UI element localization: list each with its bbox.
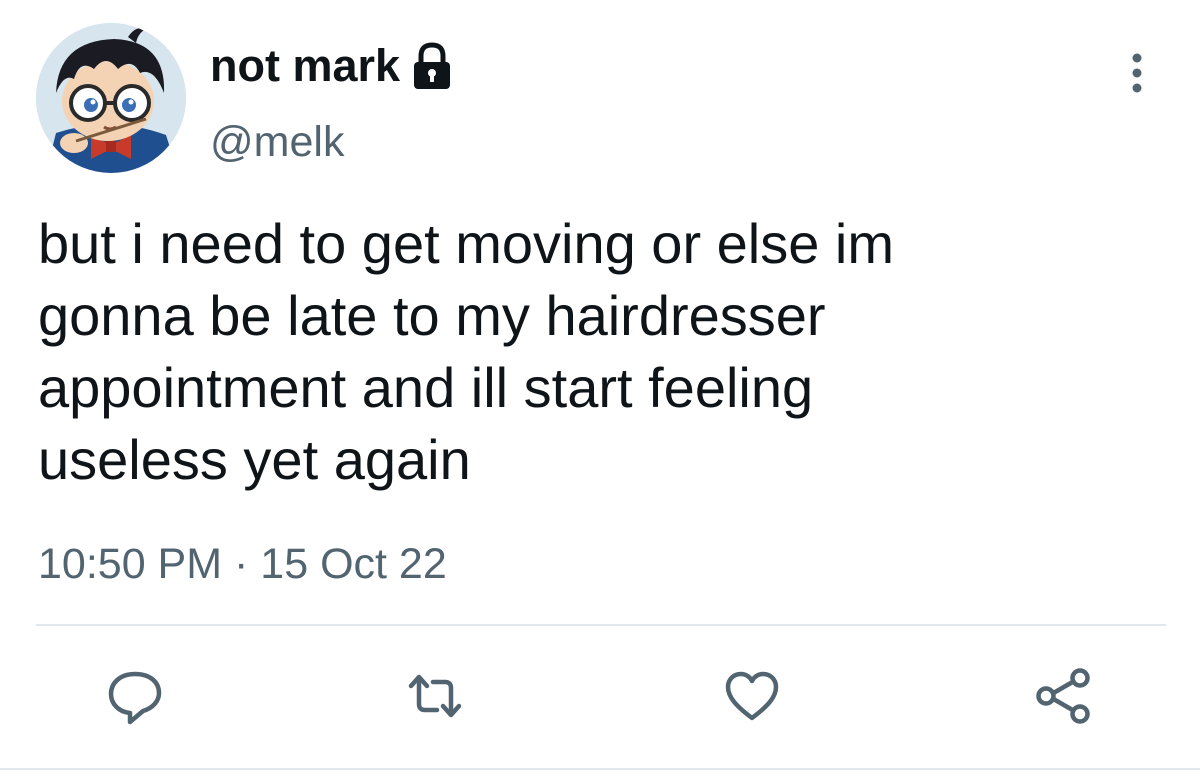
timestamp-separator: ·	[234, 540, 249, 588]
avatar-image	[36, 23, 186, 173]
heart-icon	[725, 671, 779, 721]
display-name[interactable]: not mark	[210, 38, 454, 94]
tweet-text: but i need to get moving or else im gonn…	[38, 212, 895, 491]
share-icon	[1036, 668, 1090, 724]
divider	[36, 624, 1166, 626]
more-vertical-icon[interactable]	[1120, 48, 1154, 98]
display-name-text[interactable]: not mark	[210, 38, 400, 94]
share-button[interactable]	[1033, 666, 1093, 726]
user-handle[interactable]: @melk	[210, 116, 344, 168]
retweet-icon	[408, 674, 462, 718]
bottom-divider	[0, 768, 1200, 770]
avatar[interactable]	[36, 23, 186, 173]
retweet-button[interactable]	[405, 666, 465, 726]
like-button[interactable]	[722, 666, 782, 726]
tweet-time[interactable]: 10:50 PM	[38, 540, 222, 588]
tweet-timestamp[interactable]: 10:50 PM · 15 Oct 22	[38, 537, 447, 591]
reply-button[interactable]	[105, 666, 165, 726]
tweet-date[interactable]: 15 Oct 22	[260, 540, 446, 588]
comment-icon	[108, 671, 162, 725]
lock-icon	[414, 42, 451, 89]
